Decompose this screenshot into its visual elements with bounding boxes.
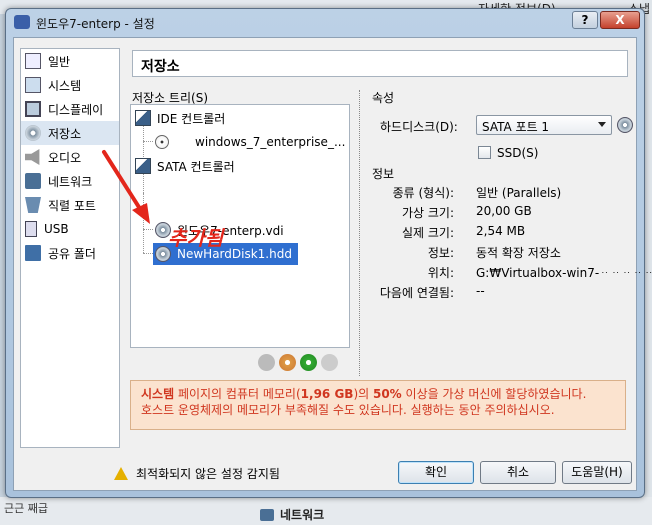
- tree-connector: [143, 193, 144, 253]
- optical-disc-icon: [155, 135, 169, 149]
- title-bar[interactable]: 윈도우7-enterp - 설정 ? X: [6, 9, 644, 35]
- sidebar-item-display[interactable]: 디스플레이: [21, 97, 119, 121]
- add-controller-icon[interactable]: [258, 354, 275, 371]
- help-button[interactable]: 도움말(H): [562, 461, 632, 484]
- harddisk-port-select[interactable]: SATA 포트 1: [476, 115, 612, 135]
- sidebar-item-serial-port[interactable]: 직렬 포트: [21, 193, 119, 217]
- storage-icon: [25, 125, 41, 141]
- dialog-client-area: 일반 시스템 디스플레이 저장소 오디오 네트워크 직렬 포트 USB 공유 폴…: [13, 37, 652, 491]
- settings-sidebar: 일반 시스템 디스플레이 저장소 오디오 네트워크 직렬 포트 USB 공유 폴…: [20, 48, 120, 448]
- cancel-button[interactable]: 취소: [480, 461, 556, 484]
- tree-connector: [143, 141, 153, 142]
- virtualbox-app-icon: [14, 15, 30, 29]
- shared-folder-icon: [25, 245, 41, 261]
- sidebar-item-system[interactable]: 시스템: [21, 73, 119, 97]
- sidebar-item-usb[interactable]: USB: [21, 217, 119, 241]
- tree-ide-disc[interactable]: windows_7_enterprise_...: [155, 131, 345, 153]
- chevron-down-icon: [598, 122, 606, 127]
- ide-controller-icon: [135, 110, 151, 126]
- display-icon: [25, 101, 41, 117]
- tree-sata-controller[interactable]: SATA 컨트롤러: [135, 155, 235, 177]
- ok-button[interactable]: 확인: [398, 461, 474, 484]
- sidebar-item-storage[interactable]: 저장소: [21, 121, 119, 145]
- system-icon: [25, 77, 41, 93]
- sidebar-item-audio[interactable]: 오디오: [21, 145, 119, 169]
- usb-icon: [25, 221, 37, 237]
- sidebar-item-general[interactable]: 일반: [21, 49, 119, 73]
- network-icon: [25, 173, 41, 189]
- window-title: 윈도우7-enterp - 설정: [36, 17, 155, 31]
- warning-line-2: 호스트 운영체제의 메모리가 부족해질 수도 있습니다. 실행하는 동안 주의하…: [141, 403, 555, 417]
- help-title-button[interactable]: ?: [572, 11, 598, 29]
- add-optical-drive-icon[interactable]: [279, 354, 296, 371]
- general-icon: [25, 53, 41, 69]
- sata-controller-icon: [135, 158, 151, 174]
- background-bottom-bar: [0, 497, 652, 525]
- sidebar-item-network[interactable]: 네트워크: [21, 169, 119, 193]
- background-network-section: 네트워크: [260, 506, 324, 523]
- remove-attachment-icon[interactable]: [321, 354, 338, 371]
- tree-connector: [143, 229, 153, 230]
- choose-disk-icon[interactable]: [617, 117, 633, 133]
- add-hard-disk-icon[interactable]: [300, 354, 317, 371]
- tree-connector: [143, 253, 153, 254]
- ssd-label: SSD(S): [497, 146, 539, 160]
- storage-tree[interactable]: IDE 컨트롤러 windows_7_enterprise_... SATA 컨…: [130, 104, 350, 348]
- serial-port-icon: [25, 197, 41, 213]
- panel-splitter[interactable]: [359, 90, 360, 376]
- information-header: 정보: [372, 167, 395, 181]
- tree-ide-controller[interactable]: IDE 컨트롤러: [135, 107, 225, 129]
- attributes-header: 속성: [372, 91, 395, 105]
- harddisk-label: 하드디스크(D):: [380, 120, 458, 134]
- warning-icon: [114, 467, 128, 480]
- annotation-added-label: 추가됨: [168, 226, 224, 250]
- audio-icon: [25, 149, 40, 165]
- background-bottom-text: 근근 째급: [4, 502, 48, 515]
- invalid-settings-indicator[interactable]: 최적화되지 않은 설정 감지됨: [114, 465, 280, 482]
- network-icon: [260, 508, 274, 521]
- sidebar-item-shared-folders[interactable]: 공유 폴더: [21, 241, 119, 265]
- tree-toolbar: [258, 354, 338, 371]
- settings-dialog: 윈도우7-enterp - 설정 ? X 일반 시스템 디스플레이 저장소 오디…: [5, 8, 652, 498]
- ssd-checkbox[interactable]: [478, 146, 491, 159]
- page-title: 저장소: [132, 50, 628, 77]
- close-button[interactable]: X: [600, 11, 640, 29]
- warning-line-1: 시스템 페이지의 컴퓨터 메모리(1,96 GB)의 50% 이상을 가상 머신…: [141, 387, 587, 401]
- memory-warning-message: 시스템 페이지의 컴퓨터 메모리(1,96 GB)의 50% 이상을 가상 머신…: [130, 380, 626, 430]
